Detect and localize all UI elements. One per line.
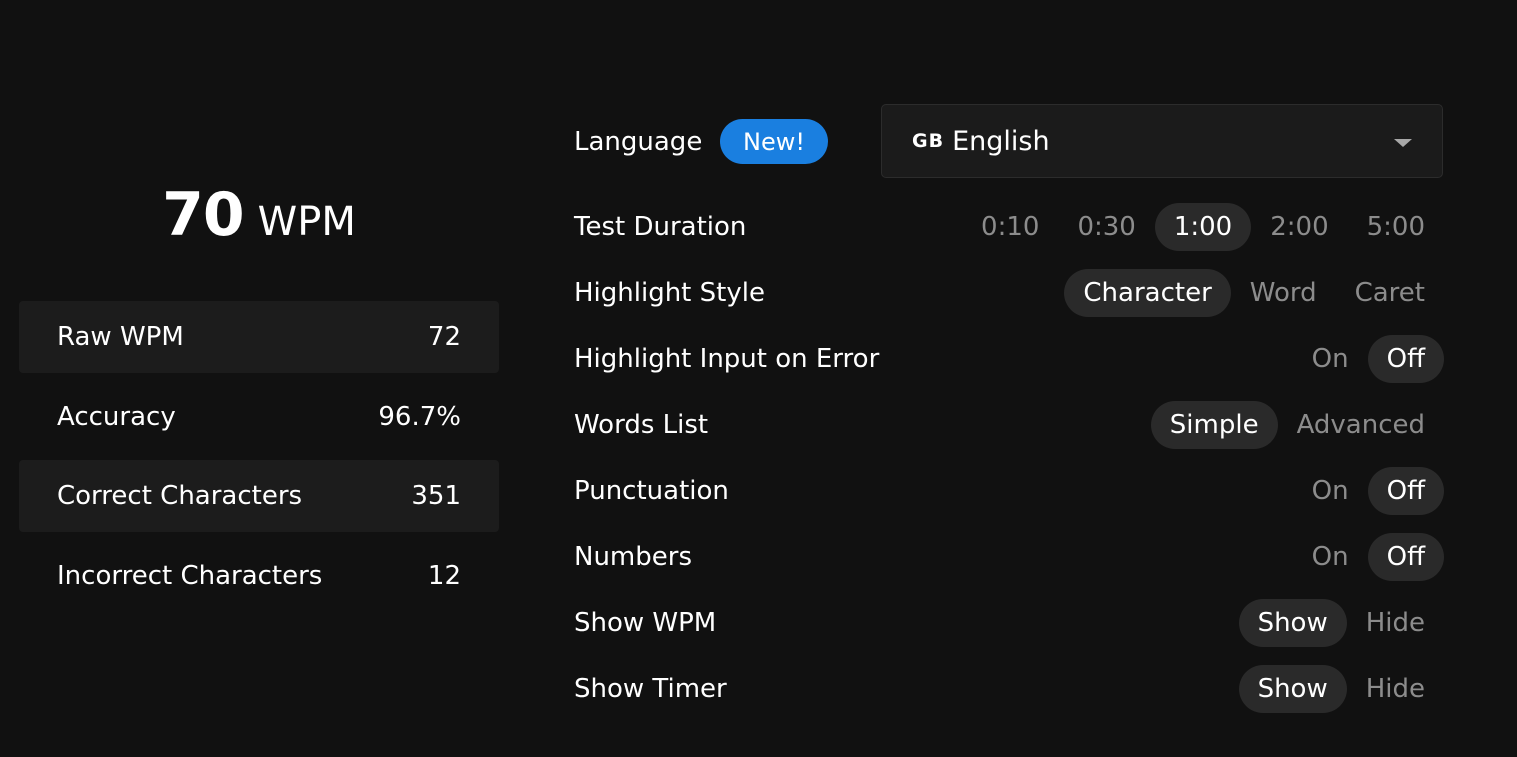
stat-label: Raw WPM [57, 322, 184, 352]
typing-test-results-page: 70 WPM Raw WPM 72 Accuracy 96.7% Correct … [0, 0, 1517, 757]
flag-gb-icon: GB [912, 130, 945, 152]
numbers-off[interactable]: Off [1367, 533, 1444, 581]
duration-option-2-00[interactable]: 2:00 [1251, 203, 1347, 251]
test-duration-label: Test Duration [574, 212, 747, 242]
duration-option-0-30[interactable]: 0:30 [1058, 203, 1154, 251]
stat-label: Incorrect Characters [57, 561, 323, 591]
language-select[interactable]: GB English [881, 104, 1443, 178]
chevron-down-icon [1394, 139, 1412, 147]
wpm-headline: 70 WPM [19, 180, 499, 250]
punctuation-off[interactable]: Off [1367, 467, 1444, 515]
wpm-value: 70 [162, 180, 244, 250]
stat-value: 96.7% [378, 402, 461, 432]
highlight-error-on[interactable]: On [1293, 335, 1368, 383]
highlight-style-caret[interactable]: Caret [1336, 269, 1444, 317]
stat-value: 72 [427, 322, 461, 352]
highlight-input-on-error-label: Highlight Input on Error [574, 344, 880, 374]
show-timer-hide[interactable]: Hide [1347, 665, 1444, 713]
highlight-style-options: Character Word Caret [1064, 269, 1444, 317]
duration-option-1-00[interactable]: 1:00 [1154, 203, 1252, 251]
show-wpm-label: Show WPM [574, 608, 717, 638]
punctuation-label: Punctuation [574, 476, 729, 506]
stat-row-accuracy: Accuracy 96.7% [19, 381, 499, 453]
new-badge: New! [720, 119, 828, 164]
words-list-options: Simple Advanced [1150, 401, 1444, 449]
show-timer-options: Show Hide [1238, 665, 1444, 713]
duration-option-5-00[interactable]: 5:00 [1348, 203, 1444, 251]
show-wpm-hide[interactable]: Hide [1347, 599, 1444, 647]
stat-row-raw-wpm: Raw WPM 72 [19, 301, 499, 373]
duration-option-0-10[interactable]: 0:10 [962, 203, 1058, 251]
numbers-on[interactable]: On [1293, 533, 1368, 581]
stat-value: 351 [411, 481, 461, 511]
highlight-error-off[interactable]: Off [1367, 335, 1444, 383]
highlight-input-on-error-options: On Off [1293, 335, 1444, 383]
show-timer-label: Show Timer [574, 674, 727, 704]
words-list-advanced[interactable]: Advanced [1278, 401, 1444, 449]
wpm-unit: WPM [257, 199, 356, 245]
stat-label: Accuracy [57, 402, 176, 432]
numbers-options: On Off [1293, 533, 1444, 581]
stat-label: Correct Characters [57, 481, 303, 511]
stat-row-incorrect-characters: Incorrect Characters 12 [19, 540, 499, 612]
numbers-label: Numbers [574, 542, 692, 572]
highlight-style-character[interactable]: Character [1064, 269, 1231, 317]
punctuation-on[interactable]: On [1293, 467, 1368, 515]
language-label: Language [574, 127, 703, 157]
language-selected-value: English [952, 125, 1050, 157]
show-wpm-show[interactable]: Show [1238, 599, 1347, 647]
punctuation-options: On Off [1293, 467, 1444, 515]
words-list-label: Words List [574, 410, 709, 440]
test-duration-options: 0:10 0:30 1:00 2:00 5:00 [962, 203, 1444, 251]
highlight-style-word[interactable]: Word [1231, 269, 1336, 317]
show-timer-show[interactable]: Show [1238, 665, 1347, 713]
words-list-simple[interactable]: Simple [1150, 401, 1278, 449]
highlight-style-label: Highlight Style [574, 278, 765, 308]
stat-row-correct-characters: Correct Characters 351 [19, 460, 499, 532]
show-wpm-options: Show Hide [1238, 599, 1444, 647]
stat-value: 12 [427, 561, 461, 591]
